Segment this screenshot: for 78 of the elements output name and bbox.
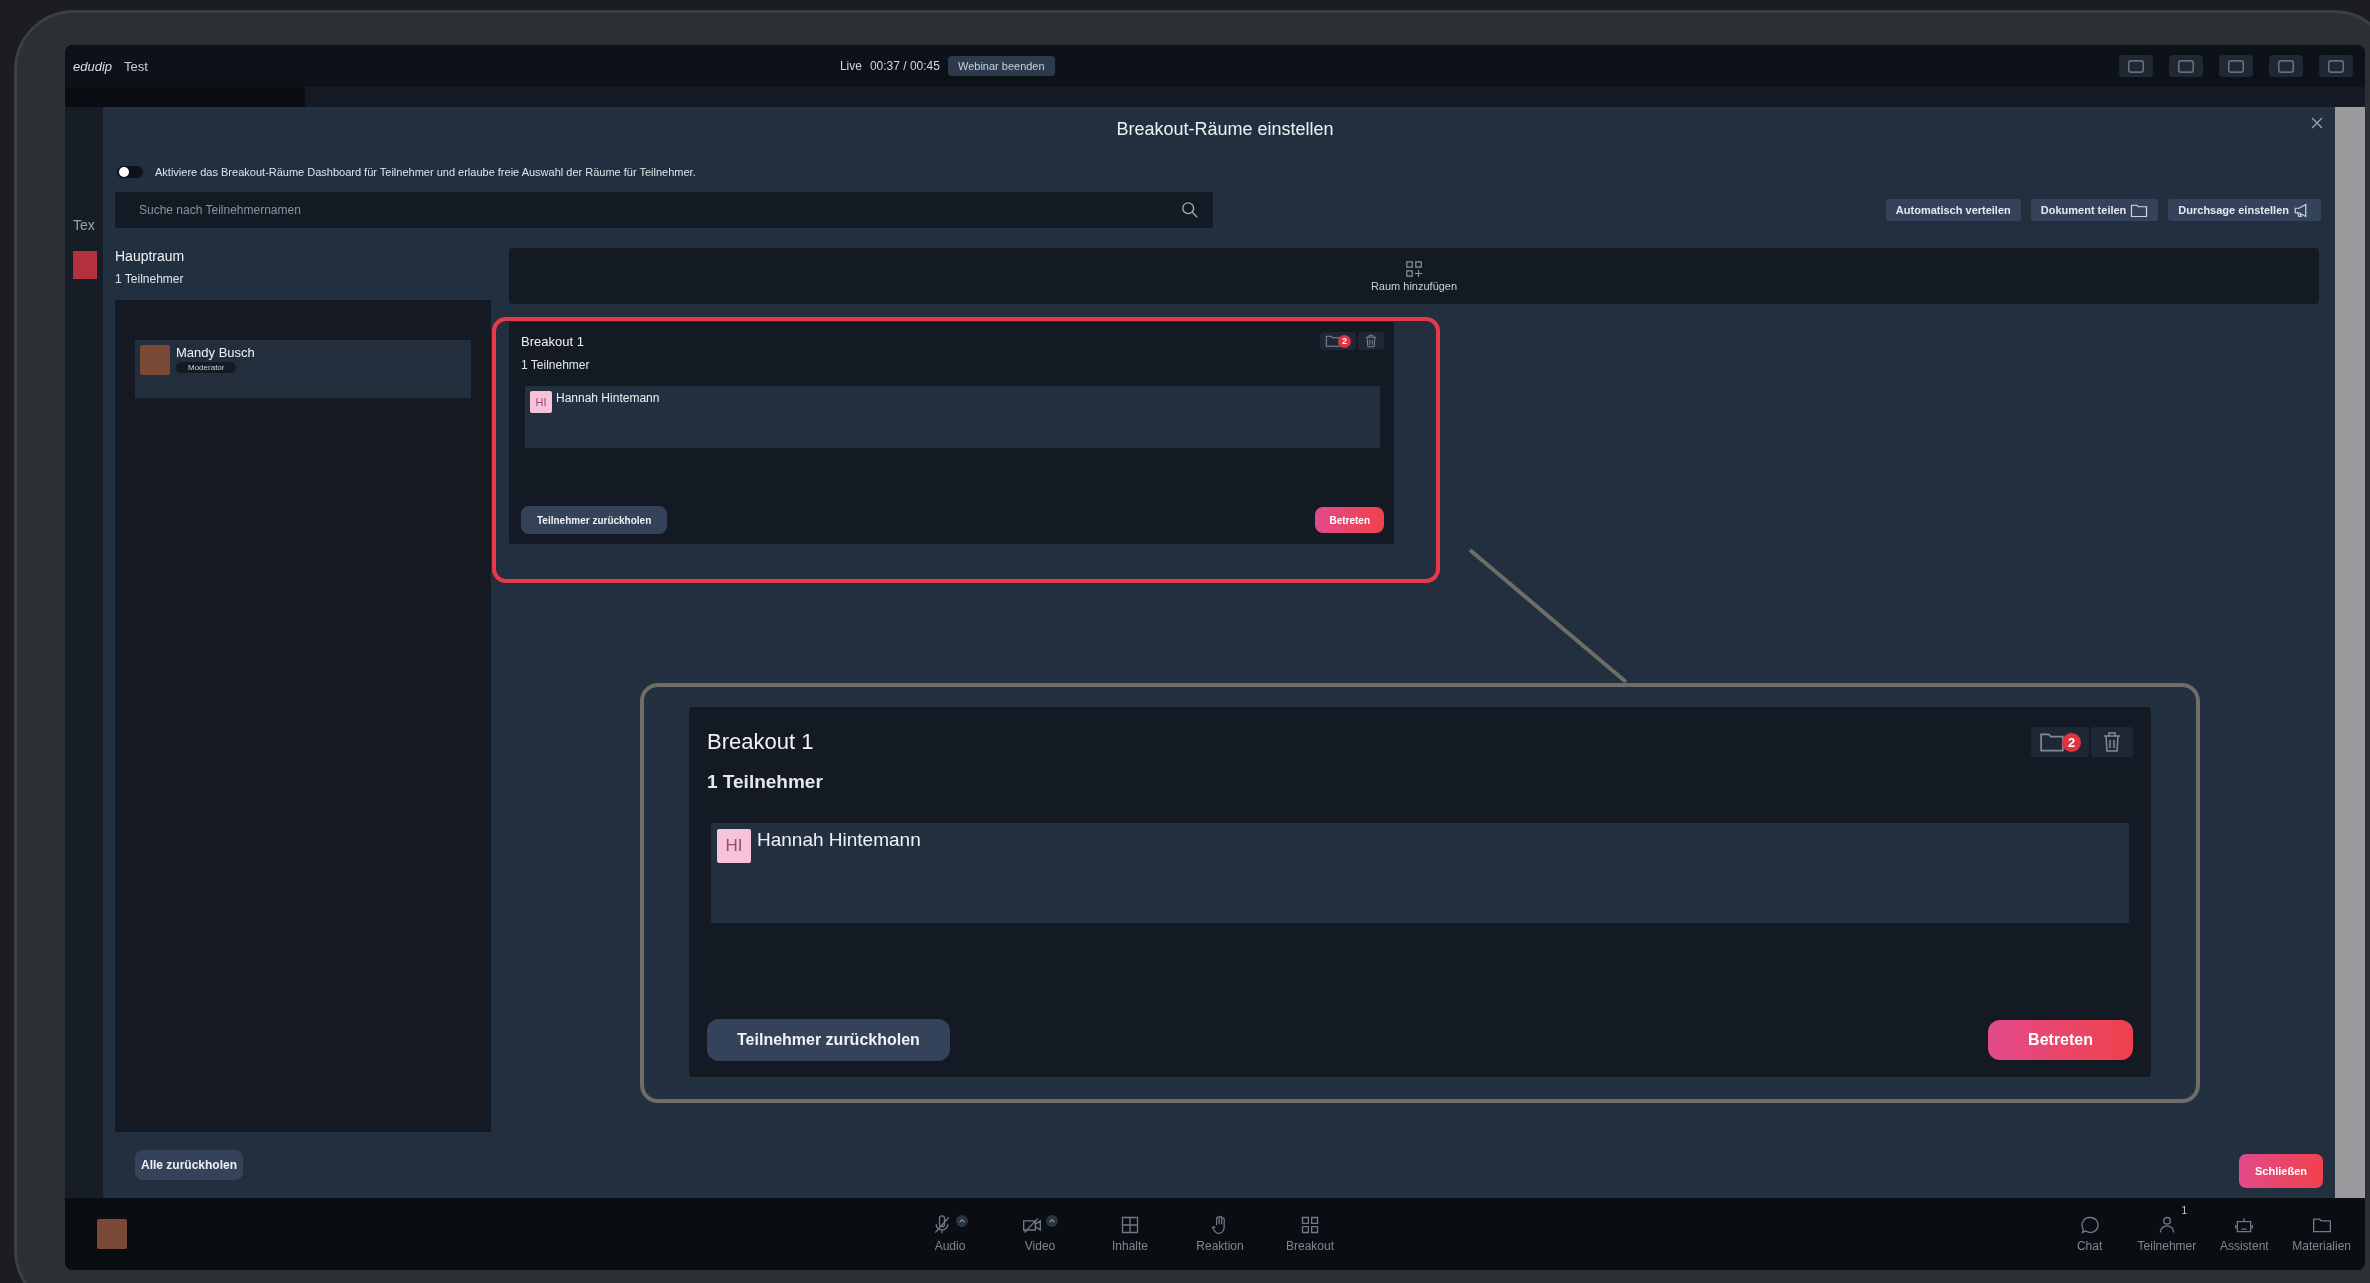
toolbar-button[interactable] xyxy=(2219,55,2253,77)
initials-avatar: HI xyxy=(717,829,751,863)
layout-icon xyxy=(1120,1215,1140,1235)
toggle-switch[interactable] xyxy=(117,166,143,178)
folder-icon xyxy=(2130,202,2149,218)
join-button[interactable]: Betreten xyxy=(1315,507,1384,533)
end-webinar-button[interactable]: Webinar beenden xyxy=(947,56,1055,76)
participant-card[interactable]: HI Hannah Hintemann xyxy=(711,823,2129,923)
delete-button[interactable] xyxy=(1358,332,1384,350)
control-button[interactable]: Reaktion xyxy=(1190,1215,1250,1253)
search-icon xyxy=(1181,201,1199,219)
grid-icon xyxy=(1300,1215,1320,1235)
participant-card[interactable]: HI Hannah Hintemann xyxy=(525,386,1380,448)
toggle-label: Aktiviere das Breakout-Räume Dashboard für Teilnehmer und erlaube freie Auswahl der Räume für Teilnehmer. xyxy=(155,166,696,178)
control-button[interactable]: Inhalte xyxy=(1100,1215,1160,1253)
participant-count: 1 Teilnehmer xyxy=(707,771,824,793)
recall-participants-button[interactable]: Teilnehmer zurückholen xyxy=(521,506,668,534)
toolbar-button[interactable] xyxy=(2119,55,2153,77)
control-button[interactable]: Audio xyxy=(920,1215,980,1253)
recall-all-button[interactable]: Alle zurückholen xyxy=(135,1150,244,1180)
panel-button[interactable]: Chat xyxy=(2059,1215,2120,1253)
avatar-placeholder xyxy=(97,1219,127,1249)
add-room-button[interactable]: Raum hinzufügen xyxy=(509,248,2319,304)
logo: edudip xyxy=(73,58,113,74)
participant-count: 1 Teilnehmer xyxy=(115,272,185,286)
toolbar-button[interactable] xyxy=(2169,55,2203,77)
join-button[interactable]: Betreten xyxy=(1988,1020,2133,1060)
live-label: Live xyxy=(839,59,862,73)
window-icon xyxy=(2228,59,2244,73)
caret-icon xyxy=(1046,1215,1058,1227)
window-icon xyxy=(2278,59,2294,73)
participant-count: 1 Teilnehmer xyxy=(521,358,591,372)
folder-icon xyxy=(1325,334,1341,348)
control-button[interactable]: Video xyxy=(1010,1215,1070,1253)
caret-icon xyxy=(956,1215,968,1227)
control-button[interactable]: Breakout xyxy=(1280,1215,1340,1253)
panel-button[interactable]: Assistent xyxy=(2214,1215,2275,1253)
toolbar-button[interactable] xyxy=(2319,55,2353,77)
muted-microphone-icon xyxy=(932,1215,952,1235)
room-title: Breakout 1 xyxy=(521,333,584,349)
close-button[interactable]: Schließen xyxy=(2239,1154,2323,1188)
document-count-badge: 2 xyxy=(1338,334,1351,348)
participant-card[interactable]: Mandy Busch Moderator xyxy=(135,340,471,398)
window-icon xyxy=(2128,59,2144,73)
dialog-title: Breakout-Räume einstellen xyxy=(1116,119,1334,140)
window-icon xyxy=(2328,59,2344,73)
add-grid-icon xyxy=(1405,260,1423,278)
document-button[interactable]: 2 xyxy=(2031,727,2089,757)
participant-name: Hannah Hintemann xyxy=(757,829,921,851)
search-field[interactable]: Suche nach Teilnehmernamen xyxy=(115,192,1213,228)
count-label: 1 xyxy=(2181,1205,2187,1216)
document-count-badge: 2 xyxy=(2062,732,2081,752)
window-icon xyxy=(2178,59,2194,73)
close-icon[interactable] xyxy=(2311,117,2323,129)
trash-icon xyxy=(1363,334,1379,348)
participant-name: Mandy Busch xyxy=(176,345,255,360)
action-button[interactable]: Durchsage einstellen xyxy=(2168,199,2321,221)
action-button[interactable]: Automatisch verteilen xyxy=(1885,199,2021,221)
main-room-title: Hauptraum xyxy=(115,248,186,264)
folder-icon xyxy=(2039,731,2065,753)
toolbar-button[interactable] xyxy=(2269,55,2303,77)
action-button[interactable]: Dokument teilen xyxy=(2030,199,2159,221)
timer: 00:37 / 00:45 xyxy=(869,59,940,73)
robot-icon xyxy=(2234,1215,2255,1235)
room-title: Breakout 1 xyxy=(707,729,814,755)
role-badge: Moderator xyxy=(176,362,237,373)
avatar-placeholder xyxy=(140,345,170,375)
initials-avatar: HI xyxy=(530,391,552,413)
chat-icon xyxy=(2079,1215,2100,1235)
dimmed-card xyxy=(73,251,97,279)
panel-button[interactable]: Materialien xyxy=(2288,1215,2355,1253)
recall-participants-button[interactable]: Teilnehmer zurückholen xyxy=(707,1019,950,1061)
document-button[interactable]: 2 xyxy=(1320,332,1356,350)
participant-name: Hannah Hintemann xyxy=(556,391,660,405)
background-text: Tex xyxy=(72,217,96,233)
delete-button[interactable] xyxy=(2091,727,2133,757)
webinar-title: Test xyxy=(124,58,148,74)
camera-off-icon xyxy=(1022,1215,1042,1235)
